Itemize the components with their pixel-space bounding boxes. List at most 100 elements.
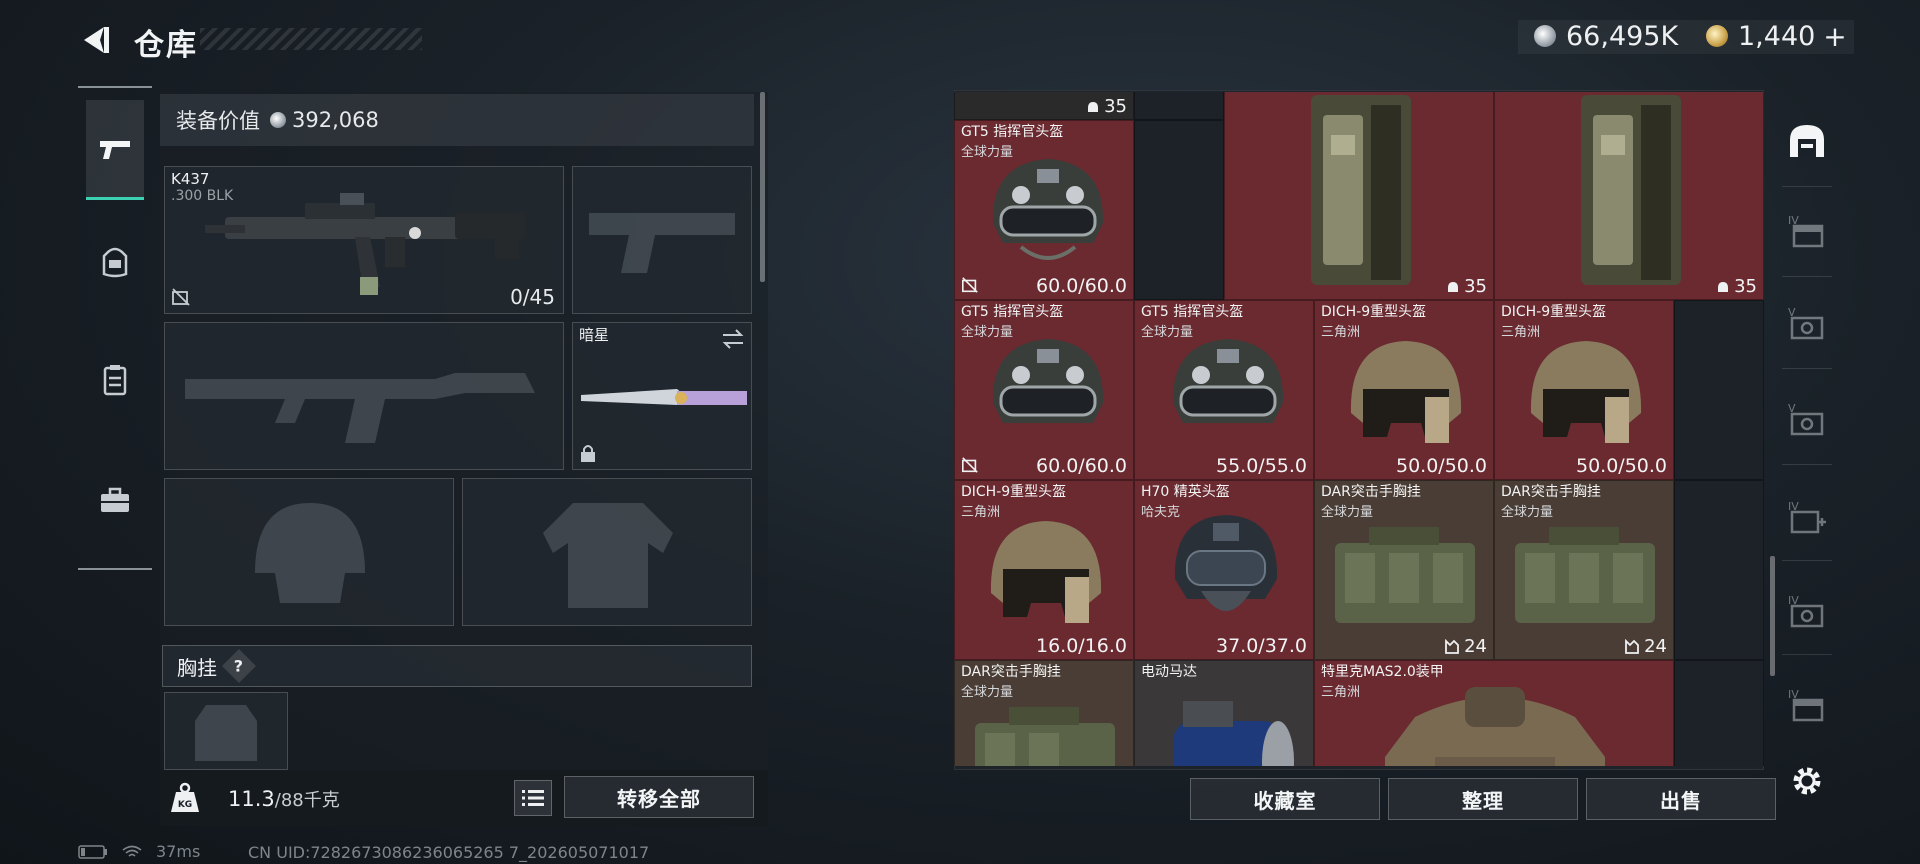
item-tag: 24 [1624, 636, 1667, 657]
safe-icon: IV [1788, 594, 1824, 628]
sidearm-slot[interactable] [572, 166, 752, 314]
gold-currency[interactable]: 1,440 + [1706, 18, 1847, 54]
nav-backpack[interactable] [86, 212, 144, 312]
status-bar: 37ms [78, 842, 200, 861]
help-button[interactable]: ? [222, 649, 256, 683]
item-name: DICH-9重型头盔 [1501, 304, 1607, 320]
item-faction: 全球力量 [1501, 505, 1554, 520]
stash-tab-v-3[interactable]: IV [1786, 590, 1828, 632]
stash-grid[interactable]: 35 GT5 指挥官头盔 全球力量 60.0/60.0 35 35 GT5 指挥… [954, 92, 1764, 766]
weight-icon: KG [168, 780, 202, 814]
chest-rig-title: 胸挂 [177, 655, 217, 680]
add-gold-button[interactable]: + [1823, 20, 1846, 53]
title-decoration [200, 28, 422, 50]
settings-button[interactable] [1786, 760, 1828, 802]
silver-coin-icon [270, 112, 286, 128]
weight-display: 11.3/88千克 [228, 786, 340, 812]
capacity-icon [1445, 638, 1459, 654]
tab-divider [1782, 464, 1832, 465]
tab-divider [1782, 186, 1832, 187]
loadout-nav [78, 86, 152, 570]
helmet-image [1350, 341, 1462, 443]
medical-box-icon: IV [1788, 500, 1826, 534]
grid-cell-empty[interactable] [1674, 480, 1764, 660]
back-button[interactable] [78, 22, 114, 58]
helmet-image [1530, 341, 1642, 443]
stash-tab-v-2[interactable]: V [1786, 398, 1828, 440]
collection-room-button[interactable]: 收藏室 [1190, 778, 1380, 820]
user-uid: CN UID:7282673086236065265 7_20260507101… [248, 843, 650, 862]
equipment-value-label: 装备价值 [176, 109, 260, 133]
grid-item[interactable]: GT5 指挥官头盔 全球力量 55.0/55.0 [1134, 300, 1314, 480]
grid-item[interactable]: 35 [1494, 92, 1764, 300]
helmet-silhouette-icon [255, 503, 365, 603]
item-durability: 50.0/50.0 [1395, 455, 1487, 477]
stash-scrollbar[interactable] [1770, 556, 1775, 676]
grid-item[interactable]: H70 精英头盔 哈夫克 37.0/37.0 [1134, 480, 1314, 660]
vest-silhouette-icon [195, 705, 257, 761]
grid-cell-empty[interactable] [1674, 300, 1764, 480]
grid-item[interactable]: DAR突击手胸挂 全球力量 24 [1314, 480, 1494, 660]
grid-cell-empty[interactable] [1674, 660, 1764, 766]
item-name: DICH-9重型头盔 [961, 484, 1067, 500]
item-name: GT5 指挥官头盔 [1141, 304, 1244, 320]
grid-item[interactable]: 35 [1224, 92, 1494, 300]
loadout-scrollbar[interactable] [760, 92, 765, 282]
grid-item[interactable]: GT5 指挥官头盔 全球力量 60.0/60.0 [954, 300, 1134, 480]
primary-weapon-slot[interactable]: K437 .300 BLK 0/45 [164, 166, 564, 314]
back-arrow-icon [84, 27, 109, 53]
weapon-name: K437 [171, 170, 210, 188]
melee-name: 暗星 [579, 326, 610, 344]
ping-value: 37ms [156, 842, 201, 861]
transfer-all-button[interactable]: 转移全部 [564, 776, 754, 818]
backpack-icon [102, 247, 128, 278]
swap-icon[interactable] [721, 329, 745, 349]
stash-tab-v-1[interactable]: V [1786, 302, 1828, 344]
grid-item[interactable]: DAR突击手胸挂 全球力量 24 [1494, 480, 1674, 660]
item-name: GT5 指挥官头盔 [961, 304, 1064, 320]
grid-item[interactable]: DICH-9重型头盔 三角洲 16.0/16.0 [954, 480, 1134, 660]
armor-level-icon [1718, 281, 1729, 292]
nav-primary-weapon[interactable] [86, 100, 144, 200]
item-name: H70 精英头盔 [1141, 484, 1230, 500]
weight-max: /88千克 [274, 790, 340, 811]
sell-button[interactable]: 出售 [1586, 778, 1776, 820]
armor-slot[interactable] [462, 478, 752, 626]
stash-tab-iv-1[interactable]: IV [1786, 210, 1828, 252]
grid-item[interactable]: 35 [954, 92, 1134, 120]
backpack-image [1581, 95, 1681, 285]
ammo-count: 0/45 [510, 285, 555, 309]
storage-box-icon: IV [1788, 688, 1824, 722]
item-durability: 60.0/60.0 [1035, 275, 1127, 297]
warehouse-icon [1790, 125, 1824, 157]
lock-icon [581, 445, 595, 462]
stash-tab-main[interactable] [1786, 120, 1828, 162]
item-name: DAR突击手胸挂 [961, 664, 1061, 680]
tab-divider [1782, 368, 1832, 369]
secondary-weapon-slot[interactable] [164, 322, 564, 470]
grid-cell-empty[interactable] [1134, 92, 1224, 120]
grid-item[interactable]: DICH-9重型头盔 三角洲 50.0/50.0 [1494, 300, 1674, 480]
nav-case[interactable] [86, 450, 144, 550]
item-tag: 35 [1716, 276, 1757, 297]
pistol-icon [100, 140, 130, 159]
grid-item[interactable]: GT5 指挥官头盔 全球力量 60.0/60.0 [954, 120, 1134, 300]
list-view-button[interactable] [514, 780, 552, 816]
grid-item[interactable]: DICH-9重型头盔 三角洲 50.0/50.0 [1314, 300, 1494, 480]
stash-tab-iv-3[interactable]: IV [1786, 684, 1828, 726]
grid-item[interactable]: DAR突击手胸挂 全球力量 [954, 660, 1134, 766]
gear-icon [1793, 767, 1821, 795]
helmet-image [992, 159, 1104, 260]
helmet-slot[interactable] [164, 478, 454, 626]
grid-item[interactable]: 特里克MAS2.0装甲 三角洲 [1314, 660, 1674, 766]
stash-tab-iv-2[interactable]: IV [1786, 496, 1828, 538]
grid-item[interactable]: 电动马达 [1134, 660, 1314, 766]
melee-slot[interactable]: 暗星 [572, 322, 752, 470]
nav-vest[interactable] [86, 330, 144, 430]
organize-button[interactable]: 整理 [1388, 778, 1578, 820]
item-tag: 35 [1446, 276, 1487, 297]
armor-image [1385, 687, 1605, 766]
grid-cell-empty[interactable] [1134, 120, 1224, 300]
rifle-image [205, 193, 525, 295]
chest-rig-slot[interactable] [164, 692, 288, 770]
